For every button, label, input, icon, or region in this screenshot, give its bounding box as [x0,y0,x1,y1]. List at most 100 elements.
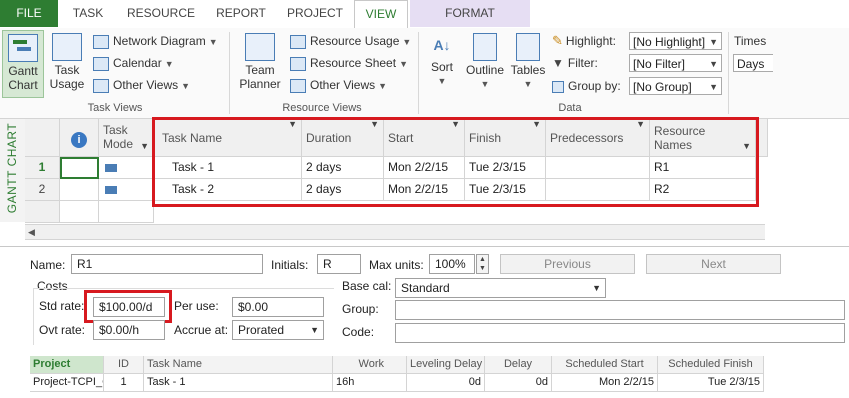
code-label: Code: [342,325,375,339]
team-planner-button[interactable]: Team Planner [234,30,286,98]
assignment-scheduled-finish-header[interactable]: Scheduled Finish [658,356,764,374]
other-resource-views-button[interactable]: Other Views ▼ [290,76,387,94]
auto-schedule-icon [105,185,117,194]
group-by-label: Group by: [552,77,621,95]
assignment-leveling-delay-cell[interactable]: 0d [407,374,485,392]
network-diagram-button[interactable]: Network Diagram ▼ [93,32,218,50]
row-1-info-cell[interactable] [60,157,99,179]
tab-view[interactable]: VIEW [354,0,408,29]
chevron-down-icon: ▼ [709,37,718,47]
initials-field[interactable]: R [317,254,361,274]
filter-icon: ▼ [552,56,564,70]
assignment-task-name-cell[interactable]: Task - 1 [144,374,333,392]
tables-icon [516,33,540,61]
view-bar[interactable]: GANTT CHART [0,119,26,222]
assignment-project-cell[interactable]: Project-TCPI_C [30,374,104,392]
assignment-project-header[interactable]: Project [30,356,104,374]
team-planner-icon [245,33,275,61]
other-task-views-button[interactable]: Other Views ▼ [93,76,190,94]
resource-usage-label: Resource Usage [310,34,400,48]
horizontal-scrollbar[interactable]: ◀ [25,224,765,240]
highlight-label: ✎ Highlight: [552,33,616,48]
outline-button[interactable]: Outline ▼ [462,30,508,98]
previous-button[interactable]: Previous [500,254,635,274]
chevron-down-icon: ▼ [592,283,601,293]
group-field[interactable] [395,300,845,320]
assignment-delay-header[interactable]: Delay [485,356,552,374]
ribbon-separator [728,32,729,114]
accrue-at-dropdown[interactable]: Prorated ▼ [232,320,324,340]
gantt-chart-icon [8,34,38,62]
timescale-label: Times [734,34,767,48]
empty-cell[interactable] [60,201,99,223]
timescale-dropdown[interactable]: Days [733,54,773,72]
filter-arrow-icon: ▼ [140,141,149,151]
sort-button[interactable]: A↓ Sort ▼ [424,30,460,98]
assignment-delay-cell[interactable]: 0d [485,374,552,392]
ribbon-separator [229,32,230,114]
empty-cell[interactable] [99,201,154,223]
scroll-left-icon[interactable]: ◀ [28,225,35,239]
row-2-task-mode[interactable] [99,179,154,201]
ribbon: Gantt Chart Task Usage Network Diagram ▼ … [0,28,849,119]
tables-button[interactable]: Tables ▼ [508,30,548,98]
ovt-rate-label: Ovt rate: [39,323,86,337]
tab-file[interactable]: FILE [0,0,58,27]
tab-resource[interactable]: RESOURCE [118,0,204,27]
resource-sheet-button[interactable]: Resource Sheet ▼ [290,54,408,72]
next-button[interactable]: Next [646,254,781,274]
select-all-corner[interactable] [25,119,60,157]
assignment-work-header[interactable]: Work [333,356,407,374]
code-field[interactable] [395,323,845,343]
row-id-empty[interactable] [25,201,60,223]
calendar-button[interactable]: Calendar ▼ [93,54,174,72]
row-1-task-mode[interactable] [99,157,154,179]
resource-usage-button[interactable]: Resource Usage ▼ [290,32,411,50]
tab-report[interactable]: REPORT [204,0,278,27]
data-group-label: Data [558,102,582,114]
filter-dropdown[interactable]: [No Filter] ▼ [629,54,722,72]
name-field[interactable]: R1 [71,254,263,274]
std-rate-label: Std rate: [39,299,85,313]
assignment-leveling-delay-header[interactable]: Leveling Delay [407,356,485,374]
gantt-chart-view-label: GANTT CHART [5,122,19,214]
tab-task[interactable]: TASK [58,0,118,27]
team-planner-label: Team Planner [239,63,281,91]
split-bar[interactable] [0,240,849,247]
resource-usage-icon [290,34,306,49]
info-column-header[interactable]: i [60,119,99,157]
tab-project[interactable]: PROJECT [278,0,352,27]
assignment-task-name-header[interactable]: Task Name [144,356,333,374]
resource-sheet-label: Resource Sheet [310,56,397,70]
assignment-id-cell[interactable]: 1 [104,374,144,392]
group-by-value: [No Group] [633,80,692,94]
gantt-chart-button[interactable]: Gantt Chart [2,30,44,98]
ovt-rate-field[interactable]: $0.00/h [93,320,165,340]
tab-format[interactable]: FORMAT [410,0,530,27]
row-id-1[interactable]: 1 [25,157,60,179]
max-units-label: Max units: [369,258,424,272]
highlight-value: [No Highlight] [633,35,706,49]
row-id-2[interactable]: 2 [25,179,60,201]
max-units-spinner[interactable]: ▲ ▼ [476,254,489,274]
per-use-label: Per use: [174,299,219,313]
per-use-field[interactable]: $0.00 [232,297,324,317]
group-by-dropdown[interactable]: [No Group] ▼ [629,77,722,95]
assignment-id-header[interactable]: ID [104,356,144,374]
assignment-scheduled-finish-cell[interactable]: Tue 2/3/15 [658,374,764,392]
task-mode-header[interactable]: Task Mode ▼ [99,119,154,157]
assignment-scheduled-start-header[interactable]: Scheduled Start [552,356,658,374]
assignment-scheduled-start-cell[interactable]: Mon 2/2/15 [552,374,658,392]
base-cal-dropdown[interactable]: Standard ▼ [395,278,606,298]
other-views-icon [290,78,306,93]
accrue-at-label: Accrue at: [174,323,229,337]
network-diagram-icon [93,34,109,49]
task-mode-header-label: Task Mode [103,123,134,151]
base-cal-value: Standard [401,281,450,295]
max-units-field[interactable]: 100% [429,254,475,274]
initials-label: Initials: [271,258,309,272]
row-2-info-cell[interactable] [60,179,99,201]
task-usage-button[interactable]: Task Usage [46,30,88,98]
assignment-work-cell[interactable]: 16h [333,374,407,392]
highlight-dropdown[interactable]: [No Highlight] ▼ [629,32,722,50]
